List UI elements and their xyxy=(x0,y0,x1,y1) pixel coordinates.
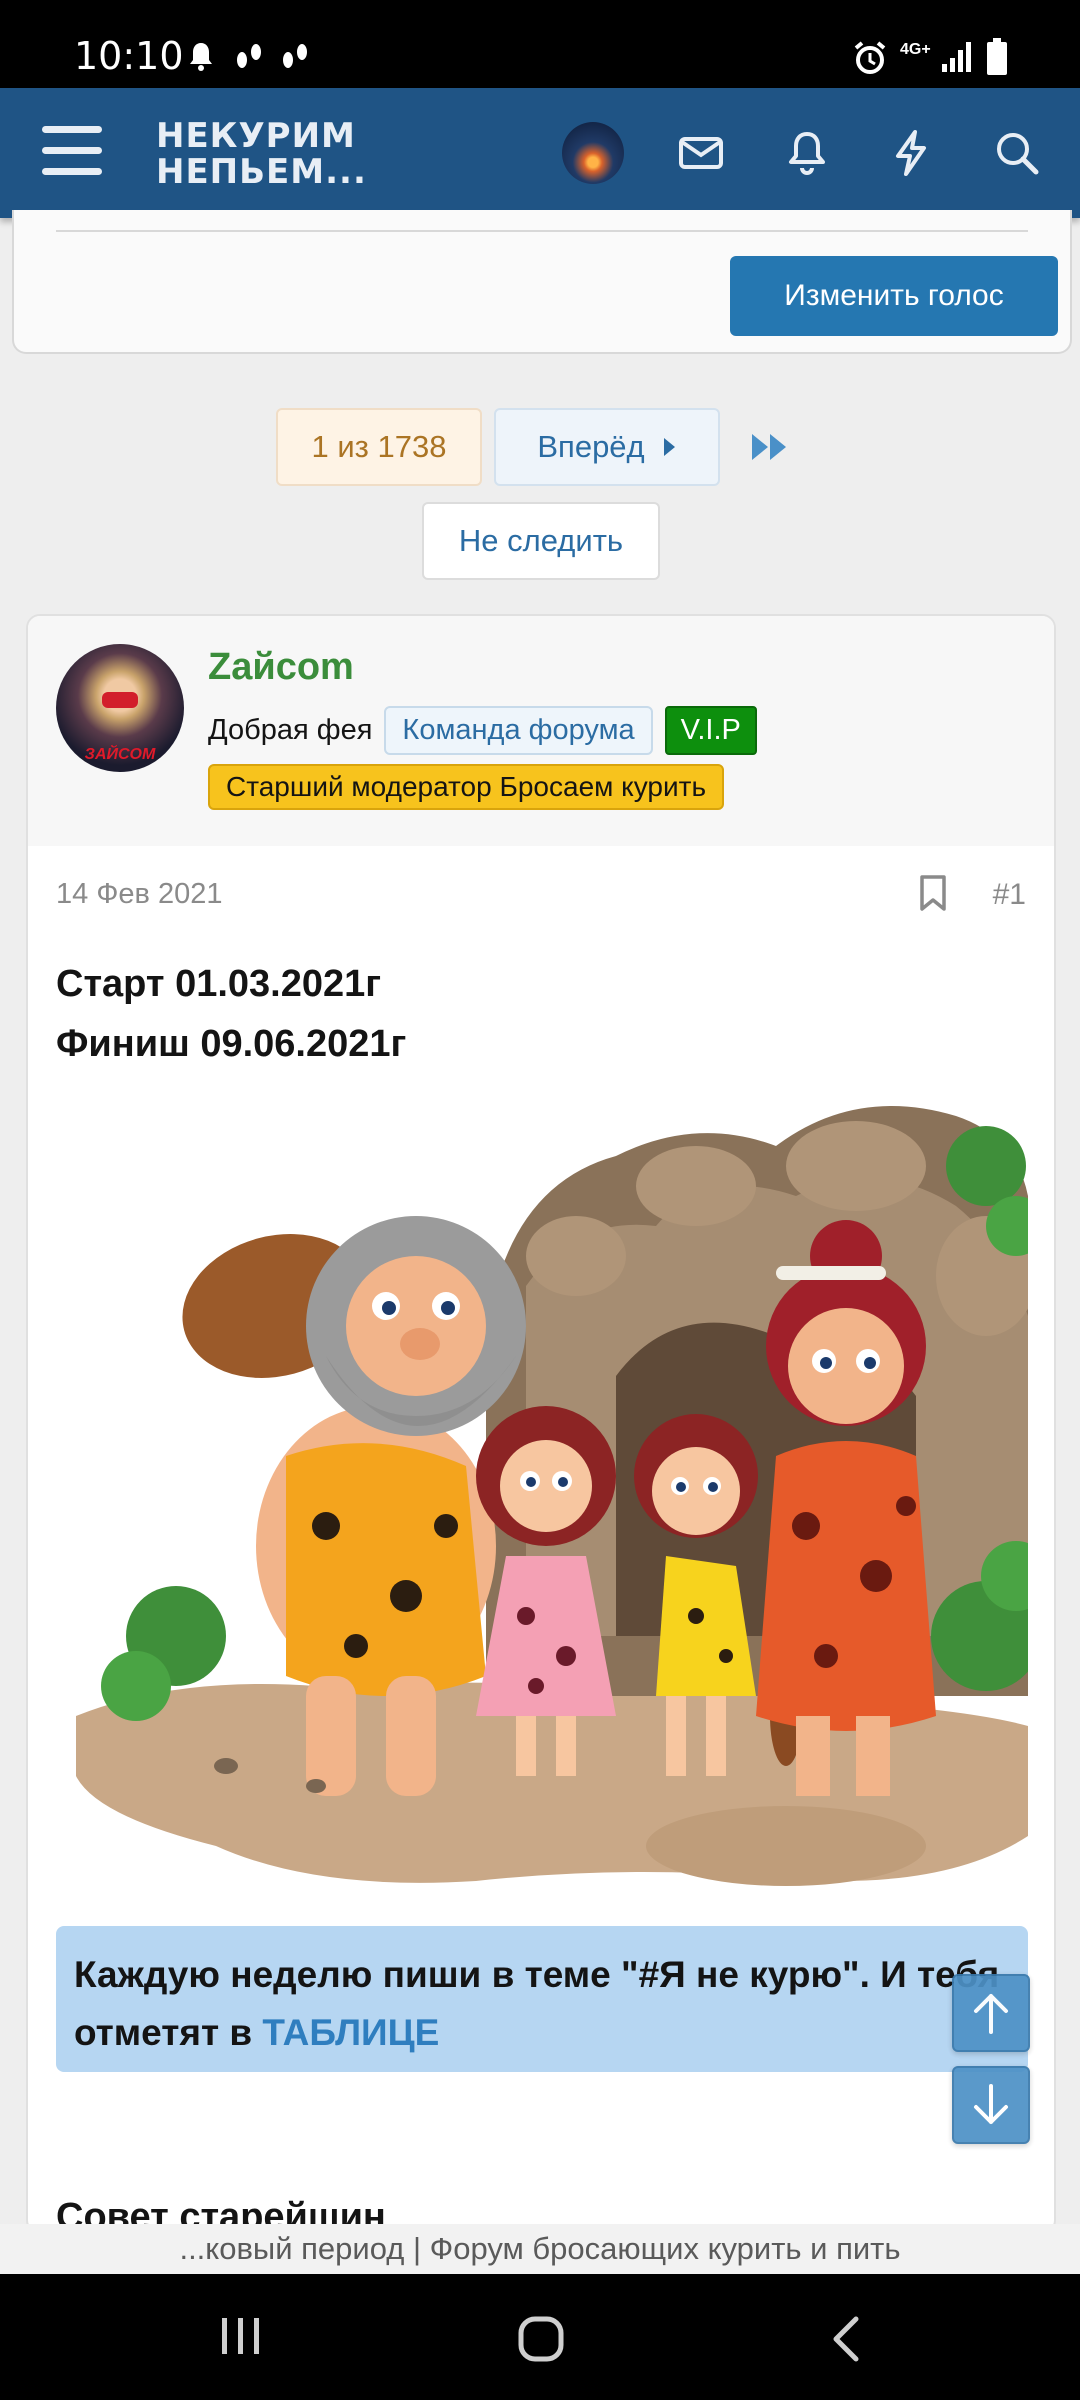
post-author-block: ЗАЙСОМ Zайcom Добрая фея Команда форума … xyxy=(28,616,1054,846)
status-time: 10:10 xyxy=(74,34,184,78)
user-avatar[interactable]: ЗАЙСОМ xyxy=(56,644,184,772)
steps-icon xyxy=(237,44,261,68)
poll-card: Изменить голос xyxy=(12,210,1072,354)
avatar-mask-shape xyxy=(102,692,138,708)
lightning-icon[interactable] xyxy=(886,128,936,178)
mail-icon[interactable] xyxy=(676,128,726,178)
table-link[interactable]: ТАБЛИЦЕ xyxy=(262,2012,439,2053)
system-navigation-bar xyxy=(0,2274,1080,2400)
scroll-down-button[interactable] xyxy=(952,2066,1030,2144)
poll-divider xyxy=(56,230,1028,232)
site-logo[interactable]: НЕКУРИМ НЕПЬЕМ... xyxy=(156,118,367,190)
post-dates-text: Старт 01.03.2021г Финиш 09.06.2021г xyxy=(56,954,406,1074)
search-icon[interactable] xyxy=(992,128,1042,178)
username[interactable]: Zайcom xyxy=(208,646,354,689)
change-vote-button[interactable]: Изменить голос xyxy=(730,256,1058,336)
steps-icon-2 xyxy=(283,44,307,68)
user-title: Добрая фея xyxy=(208,714,373,746)
bell-icon[interactable] xyxy=(782,128,832,178)
team-badge: Команда форума xyxy=(384,706,653,755)
user-title-row: Добрая фея Команда форума V.I.P xyxy=(208,706,757,755)
notification-bell-icon xyxy=(190,43,212,71)
account-avatar[interactable] xyxy=(562,122,624,184)
post-date[interactable]: 14 Фев 2021 xyxy=(56,878,222,911)
highlighted-notice: Каждую неделю пиши в теме "#Я не курю". … xyxy=(56,1926,1028,2072)
network-type: 4G+ xyxy=(900,41,931,58)
arrow-down-icon xyxy=(974,2084,1008,2124)
status-bar: 10:10 4G+ xyxy=(0,0,1080,88)
back-icon[interactable] xyxy=(826,2314,866,2364)
battery-icon xyxy=(987,38,1007,75)
unwatch-button[interactable]: Не следить xyxy=(422,502,660,580)
next-page-button[interactable]: Вперёд xyxy=(494,408,720,486)
start-date-line: Старт 01.03.2021г xyxy=(56,963,382,1005)
hamburger-icon[interactable] xyxy=(42,126,102,180)
app-header: НЕКУРИМ НЕПЬЕМ... xyxy=(0,88,1080,218)
recent-apps-icon[interactable] xyxy=(216,2314,266,2358)
caret-right-icon xyxy=(663,438,675,456)
forum-post: ЗАЙСОМ Zайcom Добрая фея Команда форума … xyxy=(26,614,1056,2234)
finish-date-line: Финиш 09.06.2021г xyxy=(56,1023,407,1065)
home-icon[interactable] xyxy=(516,2314,566,2364)
last-page-icon[interactable] xyxy=(750,430,790,464)
alarm-icon xyxy=(854,41,886,74)
page-indicator[interactable]: 1 из 1738 xyxy=(276,408,482,486)
signal-icon xyxy=(942,42,971,72)
next-page-label: Вперёд xyxy=(537,429,645,464)
arrow-up-icon xyxy=(974,1994,1008,2034)
logo-line-2: НЕПЬЕМ... xyxy=(156,152,367,192)
bookmark-icon[interactable] xyxy=(918,874,948,912)
post-number[interactable]: #1 xyxy=(993,878,1026,912)
scroll-up-button[interactable] xyxy=(952,1974,1030,2052)
notice-text: Каждую неделю пиши в теме "#Я не курю". … xyxy=(74,1954,1000,2053)
caveman-family-illustration[interactable] xyxy=(56,1076,1028,1896)
page-title: ...ковый период | Форум бросающих курить… xyxy=(0,2224,1080,2274)
vip-badge: V.I.P xyxy=(664,706,757,755)
moderator-badge: Старший модератор Бросаем курить xyxy=(208,764,725,810)
logo-line-1: НЕКУРИМ xyxy=(156,116,356,156)
avatar-caption: ЗАЙСОМ xyxy=(84,746,156,763)
